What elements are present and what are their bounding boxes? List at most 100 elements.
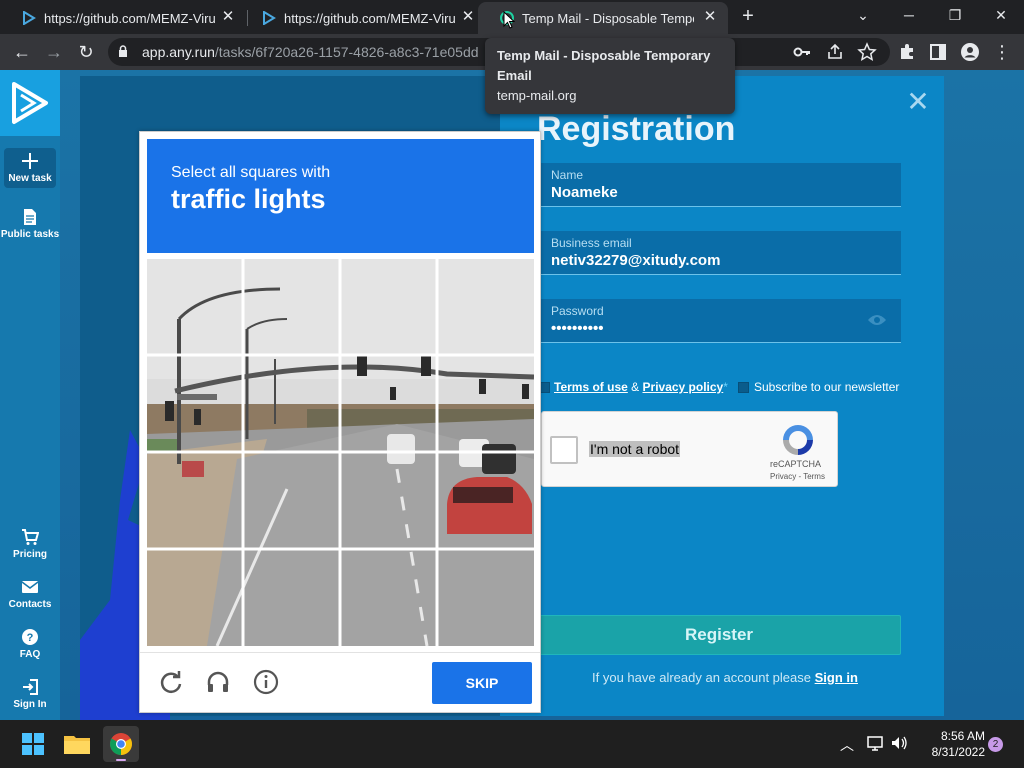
tab-github-2[interactable]: https://github.com/MEMZ-Virus- ✕ — [240, 2, 486, 34]
skip-button[interactable]: SKIP — [432, 662, 532, 704]
sidebar-item-label: Sign In — [13, 699, 47, 710]
captcha-instruction: Select all squares with — [171, 164, 331, 181]
side-panel-icon[interactable] — [928, 42, 948, 62]
clock-date: 8/31/2022 — [931, 745, 985, 759]
captcha-image — [147, 259, 534, 646]
bookmark-star-icon[interactable] — [857, 42, 877, 62]
terms-of-use-link[interactable]: Terms of use — [554, 380, 628, 394]
captcha-target: traffic lights — [171, 184, 326, 214]
registration-title: Registration — [537, 110, 736, 148]
sidebar-item-label: FAQ — [19, 649, 41, 660]
signin-prefix: If you have already an account please — [592, 670, 811, 685]
profile-avatar-icon[interactable] — [960, 42, 980, 62]
captcha-header: Select all squares with traffic lights — [147, 139, 534, 253]
close-window-icon[interactable]: ✕ — [988, 4, 1014, 26]
plus-icon — [22, 153, 38, 169]
captcha-footer: SKIP — [140, 652, 540, 712]
clock-time: 8:56 AM — [940, 729, 985, 743]
anyrun-favicon-icon — [23, 11, 36, 25]
captcha-challenge: Select all squares with traffic lights S… — [139, 131, 541, 713]
sidebar-item-faq[interactable]: ? FAQ — [0, 628, 60, 660]
tab-title: https://github.com/MEMZ-Virus- — [44, 10, 216, 26]
terms-line: Terms of use & Privacy policy* — [554, 380, 728, 394]
anyrun-logo[interactable] — [0, 70, 60, 136]
audio-challenge-icon[interactable] — [205, 669, 231, 695]
url-path: /tasks/6f720a26-1157-4826-a8c3-71e05dd — [214, 44, 479, 60]
sidebar-item-public-tasks[interactable]: Public tasks — [0, 208, 60, 240]
volume-icon[interactable] — [890, 734, 908, 752]
back-icon[interactable]: ← — [10, 40, 34, 64]
restore-icon[interactable]: ❐ — [942, 4, 968, 26]
signin-link[interactable]: Sign in — [815, 670, 858, 685]
required-mark: * — [723, 380, 728, 394]
url-text: app.any.run/tasks/6f720a26-1157-4826-a8c… — [142, 44, 479, 60]
tab-close-icon[interactable]: ✕ — [702, 9, 718, 25]
sidebar: New task Public tasks Pricing Contacts ?… — [0, 70, 60, 720]
sidebar-item-sign-in[interactable]: Sign In — [0, 678, 60, 710]
file-explorer-icon[interactable] — [59, 726, 95, 762]
show-password-icon[interactable] — [867, 313, 887, 327]
share-icon[interactable] — [825, 42, 845, 62]
tab-temp-mail[interactable]: Temp Mail - Disposable Tempora ✕ — [478, 2, 728, 34]
tooltip-title: Temp Mail - Disposable Temporary Email — [497, 48, 711, 83]
recaptcha-logo-icon — [783, 425, 813, 455]
close-modal-icon[interactable]: ✕ — [906, 88, 930, 116]
network-icon[interactable] — [866, 734, 884, 752]
sidebar-item-pricing[interactable]: Pricing — [0, 528, 60, 560]
extensions-icon[interactable] — [897, 42, 917, 62]
info-icon[interactable] — [253, 669, 279, 695]
register-button[interactable]: Register — [537, 615, 901, 655]
new-tab-icon[interactable]: + — [738, 6, 758, 26]
terms-amp: & — [631, 380, 640, 394]
tab-title: https://github.com/MEMZ-Virus- — [284, 10, 456, 26]
cart-icon — [22, 529, 39, 545]
chrome-icon[interactable] — [103, 726, 139, 762]
tab-search-icon[interactable]: ⌄ — [850, 4, 876, 26]
anyrun-logo-icon — [12, 82, 48, 124]
sidebar-item-label: New task — [8, 173, 52, 184]
password-value: •••••••••• — [551, 320, 604, 337]
recaptcha-brand: reCAPTCHA — [770, 459, 822, 469]
name-field[interactable]: Name Noameke — [541, 163, 901, 207]
password-label: Password — [551, 304, 604, 318]
privacy-policy-link[interactable]: Privacy policy — [643, 380, 724, 394]
sidebar-item-label: Contacts — [8, 599, 52, 610]
email-field[interactable]: Business email netiv32279@xitudy.com — [541, 231, 901, 275]
forward-icon[interactable]: → — [42, 40, 66, 64]
newsletter-checkbox[interactable] — [738, 382, 749, 393]
tooltip-domain: temp-mail.org — [497, 88, 577, 103]
windows-taskbar: ︿ 8:56 AM 8/31/2022 2 — [0, 720, 1024, 768]
recaptcha-checkbox[interactable] — [550, 436, 578, 464]
svg-text:?: ? — [27, 632, 34, 644]
tab-close-icon[interactable]: ✕ — [460, 9, 476, 25]
reload-challenge-icon[interactable] — [158, 669, 184, 695]
sign-in-icon — [23, 679, 38, 695]
minimize-icon[interactable]: ─ — [896, 4, 922, 26]
page-content: New task Public tasks Pricing Contacts ?… — [0, 70, 1024, 720]
anyrun-favicon-icon — [263, 11, 276, 25]
document-icon — [24, 209, 36, 225]
sidebar-item-label: Public tasks — [0, 229, 60, 240]
tab-title: Temp Mail - Disposable Tempora — [522, 10, 694, 26]
tab-hover-tooltip: Temp Mail - Disposable Temporary Email t… — [485, 38, 735, 114]
name-label: Name — [551, 168, 584, 182]
recaptcha-widget: I'm not a robot reCAPTCHA Privacy - Term… — [541, 411, 838, 487]
key-icon[interactable] — [792, 42, 812, 62]
email-value: netiv32279@xitudy.com — [551, 252, 721, 269]
notification-badge[interactable]: 2 — [988, 737, 1003, 752]
name-value: Noameke — [551, 184, 618, 201]
mail-icon — [21, 581, 39, 593]
tab-github-1[interactable]: https://github.com/MEMZ-Virus- ✕ — [0, 2, 246, 34]
sidebar-item-contacts[interactable]: Contacts — [0, 578, 60, 610]
sidebar-item-label: Pricing — [13, 549, 47, 560]
system-clock[interactable]: 8:56 AM 8/31/2022 — [915, 728, 985, 760]
recaptcha-privacy-terms[interactable]: Privacy - Terms — [770, 472, 825, 481]
show-hidden-icons-icon[interactable]: ︿ — [840, 735, 854, 755]
menu-kebab-icon[interactable]: ⋮ — [990, 40, 1014, 64]
recaptcha-label: I'm not a robot — [589, 441, 681, 457]
password-field[interactable]: Password •••••••••• — [541, 299, 901, 343]
reload-icon[interactable]: ↻ — [74, 40, 98, 64]
sidebar-item-new-task[interactable]: New task — [4, 148, 56, 188]
tab-close-icon[interactable]: ✕ — [220, 9, 236, 25]
windows-start-icon[interactable] — [15, 726, 51, 762]
